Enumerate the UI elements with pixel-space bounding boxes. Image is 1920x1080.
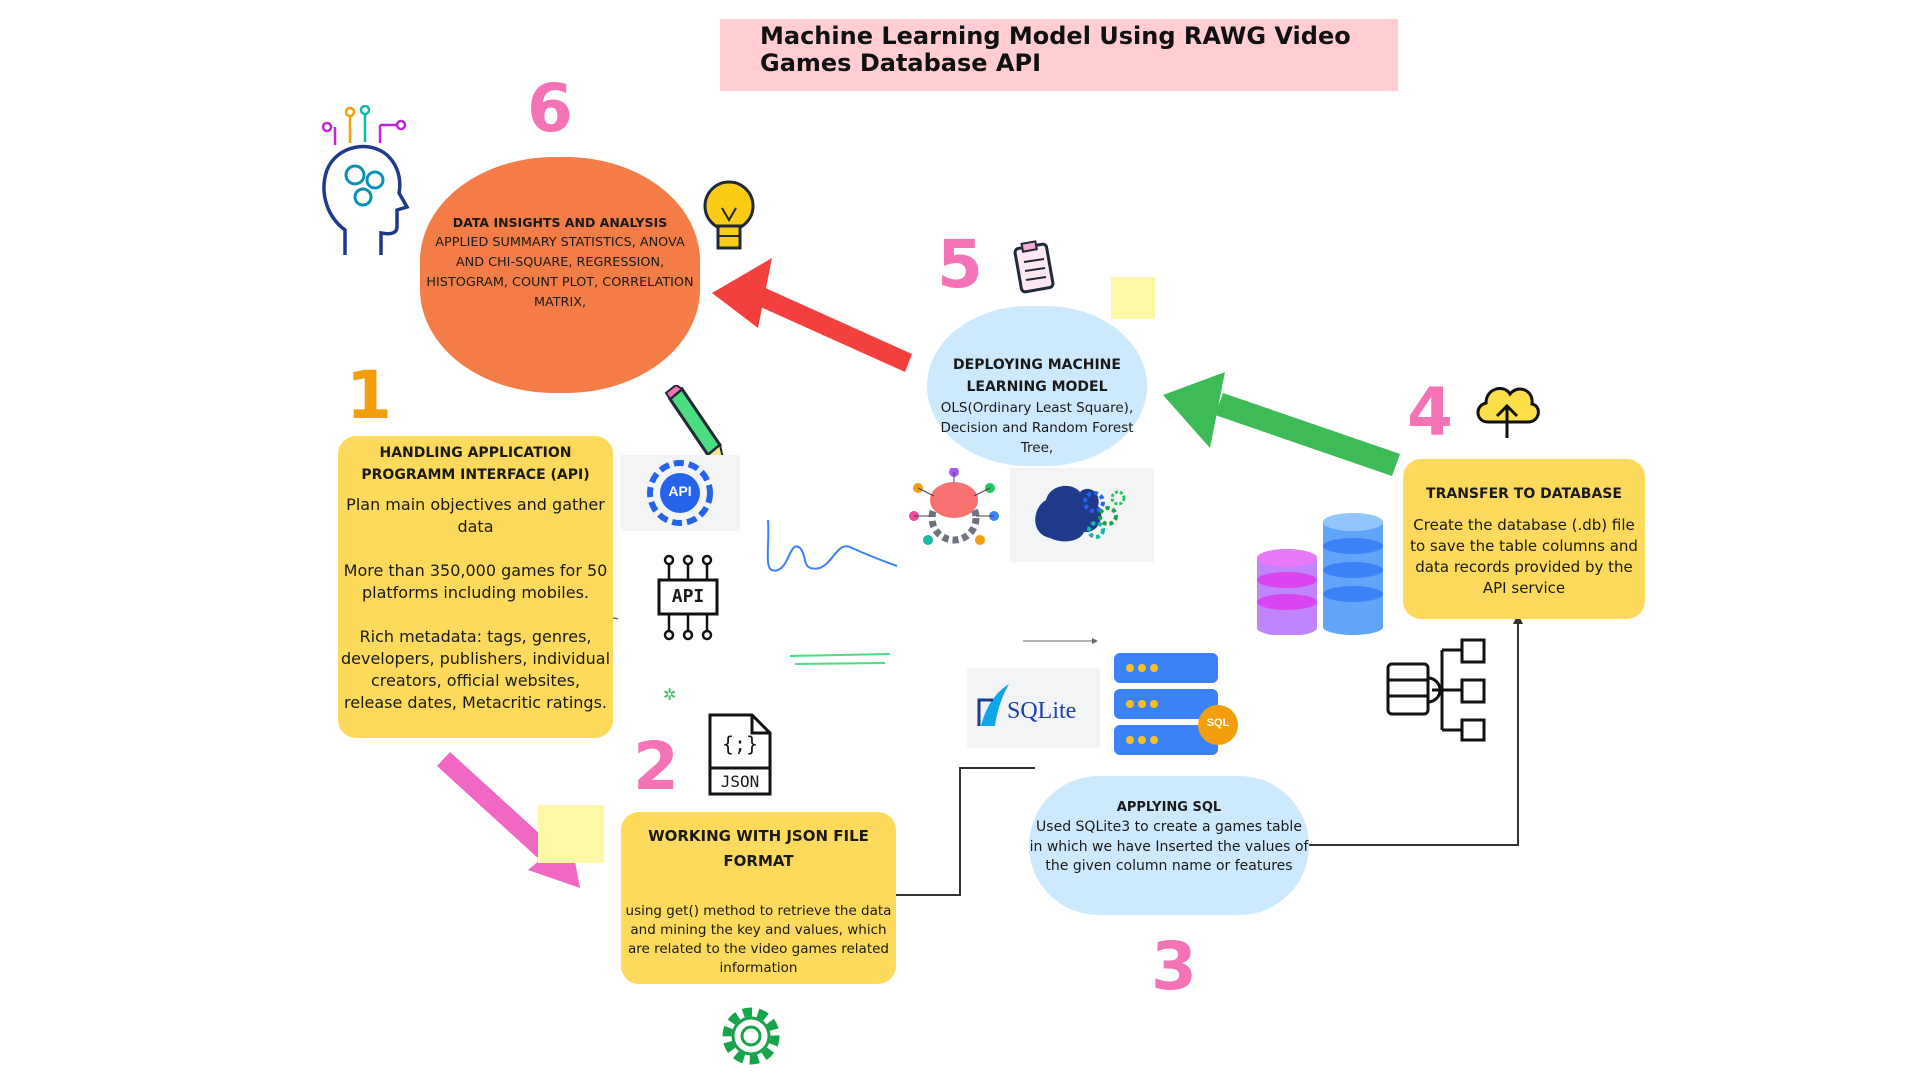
- json-label: JSON: [720, 772, 760, 791]
- sqlite-label: SQLite: [1007, 698, 1077, 724]
- step-1-line1: Plan main objectives and gather data: [346, 495, 605, 536]
- gear-icon: [718, 1003, 784, 1069]
- sql-label: SQL: [1206, 717, 1230, 729]
- step-number-1: 1: [346, 357, 392, 434]
- ai-head-icon: [315, 105, 415, 260]
- pencil-icon: [664, 385, 726, 465]
- brain-network-icon: [1010, 468, 1154, 562]
- json-file-icon: {;} JSON: [706, 712, 774, 797]
- step-6-heading: DATA INSIGHTS AND ANALYSIS: [452, 215, 668, 230]
- json-braces-label: {;}: [721, 732, 759, 756]
- data-hierarchy-icon: [1384, 638, 1492, 742]
- api-chip-icon: API: [645, 552, 730, 644]
- step-number-3: 3: [1151, 928, 1197, 1005]
- brain-gears-icon: [908, 468, 1000, 550]
- step-5-box: DEPLOYING MACHINE LEARNING MODEL OLS(Ord…: [927, 306, 1147, 466]
- step-4-box: TRANSFER TO DATABASE Create the database…: [1403, 459, 1645, 619]
- step-6-body: APPLIED SUMMARY STATISTICS, ANOVA AND CH…: [426, 235, 694, 310]
- step-5-body: OLS(Ordinary Least Square), Decision and…: [940, 400, 1134, 456]
- step-4-heading: TRANSFER TO DATABASE: [1426, 486, 1622, 502]
- sqlite-logo-icon: SQLite: [967, 668, 1100, 748]
- arrow-red: [712, 258, 912, 372]
- step-1-line3: Rich metadata: tags, genres, developers,…: [340, 627, 611, 712]
- step-2-heading: WORKING WITH JSON FILE FORMAT: [648, 827, 869, 870]
- step-1-heading: HANDLING APPLICATION PROGRAMM INTERFACE …: [361, 445, 590, 483]
- step-4-body: Create the database (.db) file to save t…: [1410, 516, 1638, 597]
- step-number-2: 2: [633, 728, 679, 805]
- api-gear-label: API: [668, 483, 692, 499]
- sticky-note: [538, 805, 604, 863]
- scribble-green: [789, 653, 891, 665]
- database-stack-icon: [1255, 510, 1385, 635]
- sticky-note: [1111, 277, 1155, 319]
- step-number-6: 6: [527, 70, 573, 147]
- connector-2-3: [896, 767, 1035, 896]
- step-6-box: DATA INSIGHTS AND ANALYSIS APPLIED SUMMA…: [420, 157, 700, 393]
- sql-server-icon: SQL: [1112, 651, 1242, 761]
- step-2-box: WORKING WITH JSON FILE FORMAT using get(…: [621, 812, 896, 984]
- step-3-body: Used SQLite3 to create a games table in …: [1029, 819, 1309, 874]
- step-1-line2: More than 350,000 games for 50 platforms…: [343, 561, 608, 602]
- step-number-5: 5: [937, 226, 983, 303]
- clipboard-icon: [1010, 240, 1058, 294]
- lightbulb-icon: [700, 178, 758, 256]
- step-5-heading: DEPLOYING MACHINE LEARNING MODEL: [953, 357, 1121, 395]
- step-1-box: HANDLING APPLICATION PROGRAMM INTERFACE …: [338, 436, 613, 738]
- step-3-box: APPLYING SQL Used SQLite3 to create a ga…: [1029, 776, 1309, 915]
- cloud-upload-icon: [1472, 376, 1542, 442]
- scribble-blue: [766, 519, 898, 572]
- api-chip-label: API: [671, 586, 705, 607]
- svg-text:✲: ✲: [663, 685, 676, 704]
- step-number-4: 4: [1407, 374, 1453, 451]
- step-2-body: using get() method to retrieve the data …: [625, 903, 892, 976]
- step-3-heading: APPLYING SQL: [1116, 800, 1222, 815]
- arrow-green: [1163, 372, 1400, 476]
- api-gear-icon: API: [620, 455, 740, 531]
